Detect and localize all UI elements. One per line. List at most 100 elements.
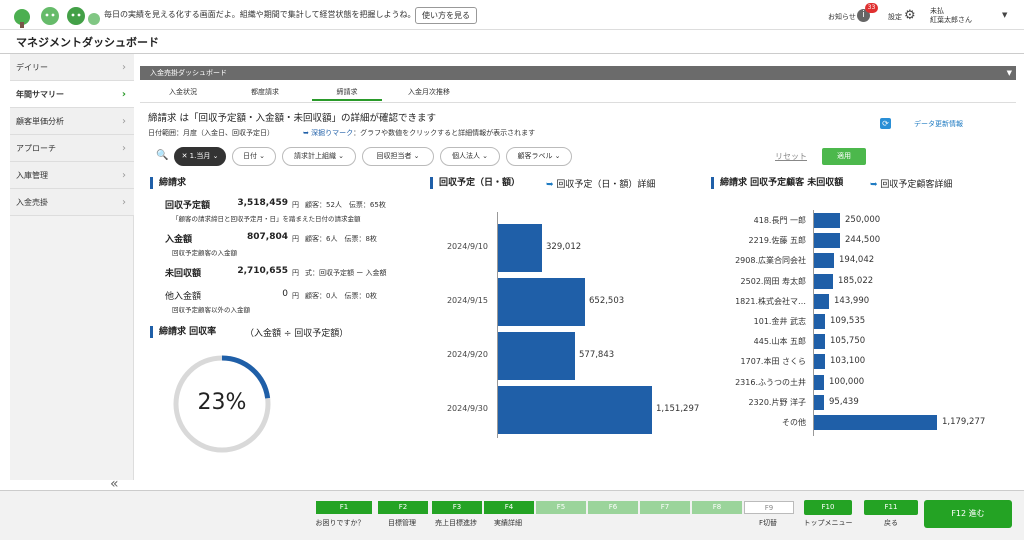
tab-per-invoice[interactable]: 都度請求 (230, 87, 300, 101)
panel-title: 入金売掛ダッシュボード (150, 69, 227, 77)
schedule-date-label: 2024/9/20 (446, 350, 488, 359)
metric-other-unit: 円 (292, 292, 299, 300)
ranking-bar[interactable] (814, 294, 829, 309)
schedule-bar[interactable] (498, 332, 575, 380)
chevron-down-icon[interactable]: ▼ (1002, 11, 1007, 19)
date-range: 日付範囲：月度（入金日、回収予定日） (148, 129, 274, 137)
user-menu[interactable]: 未払 紅葉太郎さん (930, 7, 972, 25)
f11-button[interactable]: F11 (864, 500, 918, 515)
mascot-logo (14, 7, 100, 28)
schedule-bar[interactable] (498, 386, 652, 434)
sidebar-item-label: 入金売掛 (16, 198, 48, 207)
period-chip[interactable]: ✕ 1.当月 ⌄ (174, 147, 226, 166)
ranking-customer-label: 101.金井 武志 (753, 317, 806, 326)
metric-received-label: 入金額 (165, 235, 193, 245)
sidebar-item-daily[interactable]: デイリー › (10, 54, 134, 81)
reset-link[interactable]: リセット (775, 151, 807, 162)
tab-payment-status[interactable]: 入金状況 (148, 87, 218, 101)
sidebar-item-receivables[interactable]: 入金売掛 › (10, 189, 134, 216)
howto-button[interactable]: 使い方を見る (415, 7, 477, 24)
function-key-caption: 目標管理 (388, 519, 416, 527)
tab-divider (140, 102, 1016, 103)
ranking-title: 締請求 回収予定顧客 未回収額 (711, 177, 843, 189)
filter-organization[interactable]: 請求計上組織 ⌄ (282, 147, 356, 166)
schedule-detail-label: 回収予定（日・額）詳細 (556, 180, 656, 190)
metric-uncollected-value[interactable]: 2,710,655 (230, 266, 288, 276)
schedule-bar-value: 1,151,297 (656, 404, 700, 414)
sidebar-item-approach[interactable]: アプローチ › (10, 135, 134, 162)
ranking-customer-label: 2908.広業合同会社 (735, 256, 806, 265)
schedule-bar-value: 652,503 (589, 296, 625, 306)
function-key-f2[interactable]: F2 (378, 501, 428, 514)
rate-title: 締請求 回収率 (150, 326, 216, 338)
function-key-f4[interactable]: F4 (484, 501, 534, 514)
schedule-date-label: 2024/9/10 (446, 242, 488, 251)
ranking-customer-label: その他 (782, 418, 806, 427)
ranking-customer-label: 2320.片野 洋子 (748, 398, 806, 407)
metric-scheduled-unit: 円 (292, 201, 299, 209)
ranking-bar[interactable] (814, 233, 840, 248)
ranking-bar[interactable] (814, 334, 825, 349)
schedule-bar[interactable] (498, 278, 585, 326)
sidebar-item-label: 年間サマリー (16, 90, 64, 99)
ranking-customer-label: 418.長門 一郎 (753, 216, 806, 225)
ranking-bar-value: 103,100 (830, 356, 866, 366)
search-icon: 🔍 (156, 150, 169, 161)
ranking-bar[interactable] (814, 274, 833, 289)
filter-collector[interactable]: 回収担当者 ⌄ (362, 147, 434, 166)
function-key-f7: F7 (640, 501, 690, 514)
metric-scheduled-sub: 「顧客の請求締日と回収予定月・日」を踏まえた日付の請求金額 (172, 215, 361, 223)
notice-label[interactable]: お知らせ (828, 12, 856, 22)
ranking-customer-label: 445.山本 五郎 (753, 337, 806, 346)
ranking-bar[interactable] (814, 354, 825, 369)
ranking-axis (813, 210, 814, 436)
function-key-f9[interactable]: F9 (744, 501, 794, 514)
ranking-customer-label: 1821.株式会社マ… (735, 297, 806, 306)
ranking-bar[interactable] (814, 395, 824, 410)
sidebar-item-annual-summary[interactable]: 年間サマリー › (10, 81, 134, 108)
metric-other-value[interactable]: 0 (230, 289, 288, 299)
ranking-detail-label: 回収予定顧客詳細 (880, 180, 953, 190)
filter-customer-label[interactable]: 顧客ラベル ⌄ (506, 147, 572, 166)
chevron-right-icon: › (121, 89, 126, 100)
refresh-link[interactable]: データ更新情報 (914, 119, 963, 129)
function-key-f1[interactable]: F1 (316, 501, 372, 514)
sidebar-item-stock[interactable]: 入庫管理 › (10, 162, 134, 189)
ranking-detail-link[interactable]: ➥ 回収予定顧客詳細 (870, 177, 952, 190)
ranking-bar[interactable] (814, 253, 834, 268)
settings-label[interactable]: 設定 (888, 12, 902, 22)
ranking-customer-label: 2502.岡田 寿太郎 (740, 277, 806, 286)
ranking-bar-value: 95,439 (829, 397, 859, 407)
chevron-right-icon: › (122, 116, 126, 127)
f10-button[interactable]: F10 (804, 500, 852, 515)
refresh-icon[interactable]: ⟳ (880, 118, 891, 129)
gear-icon[interactable]: ⚙ (904, 9, 916, 22)
metric-other-sub: 回収予定顧客以外の入金額 (172, 306, 250, 314)
apply-button[interactable]: 適用 (822, 148, 866, 165)
ranking-bar[interactable] (814, 415, 937, 430)
ranking-bar[interactable] (814, 314, 825, 329)
metric-scheduled-value[interactable]: 3,518,459 (230, 198, 288, 208)
filter-date[interactable]: 日付 ⌄ (232, 147, 276, 166)
ranking-bar-value: 143,990 (834, 296, 870, 306)
sidebar-item-unit-price[interactable]: 顧客単価分析 › (10, 108, 134, 135)
tab-monthly-trend[interactable]: 入金月次推移 (394, 87, 464, 101)
metric-scheduled-extra: 顧客：52人 伝票：65枚 (305, 201, 386, 209)
expand-icon[interactable]: ▼ (1007, 66, 1012, 80)
schedule-title: 回収予定（日・額） (430, 177, 520, 189)
sidebar-item-label: 顧客単価分析 (16, 117, 64, 126)
rate-value: 23% (197, 390, 247, 415)
function-key-f3[interactable]: F3 (432, 501, 482, 514)
schedule-bar[interactable] (498, 224, 542, 272)
function-key-bar (0, 490, 1024, 540)
tab-closing-invoice[interactable]: 締請求 (312, 87, 382, 101)
metric-uncollected-label: 未回収額 (165, 269, 202, 279)
ranking-bar[interactable] (814, 213, 840, 228)
ranking-bar[interactable] (814, 375, 824, 390)
schedule-detail-link[interactable]: ➥ 回収予定（日・額）詳細 (546, 177, 655, 190)
metric-received-value[interactable]: 807,804 (230, 232, 288, 242)
filter-label: 請求計上組織 (293, 152, 336, 160)
user-org: 未払 (930, 7, 944, 15)
f12-next-button[interactable]: F12 進む (924, 500, 1012, 528)
filter-customer-type[interactable]: 個人法人 ⌄ (440, 147, 500, 166)
